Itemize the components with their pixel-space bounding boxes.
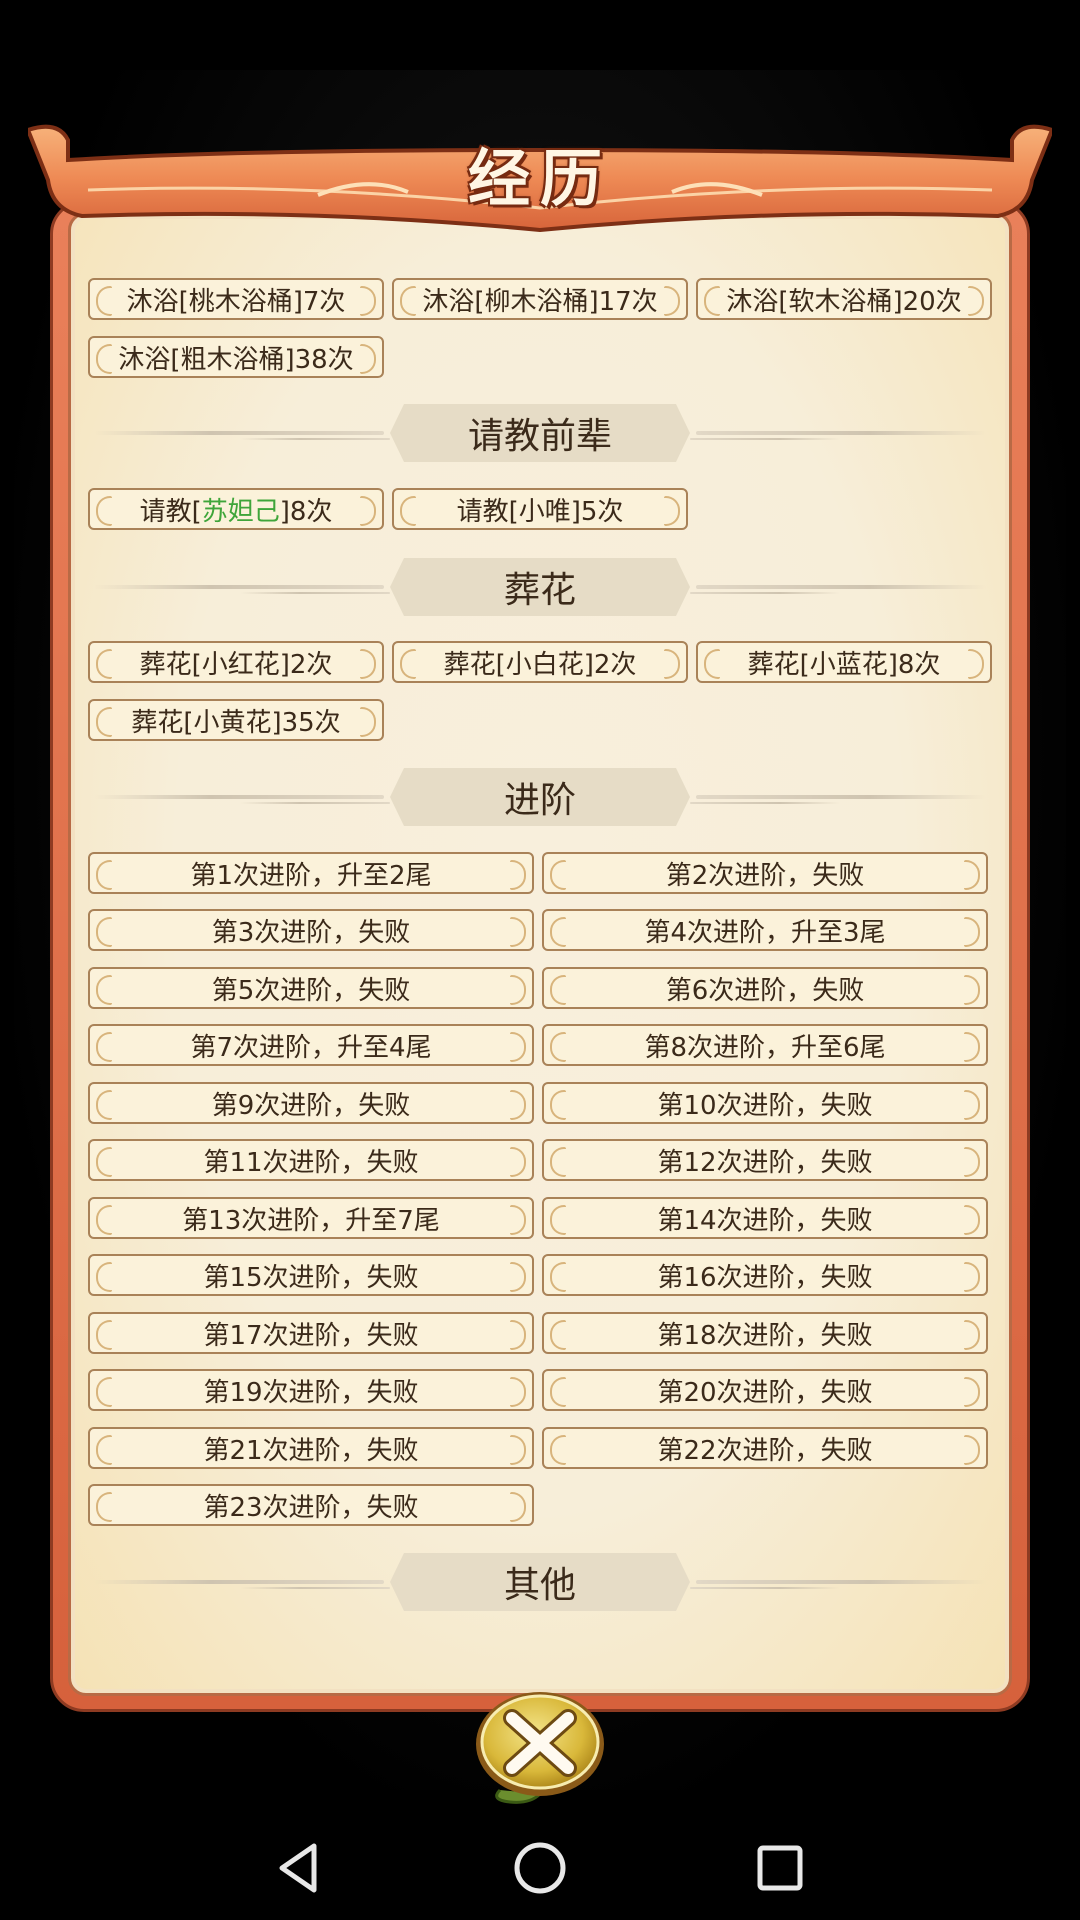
bath-item: 沐浴[软木浴桶]20次: [696, 278, 992, 320]
advance-item: 第4次进阶，升至3尾: [542, 909, 988, 951]
consult-prefix: 请教[: [139, 496, 202, 527]
advance-item: 第22次进阶，失败: [542, 1427, 988, 1469]
advance-item: 第8次进阶，升至6尾: [542, 1024, 988, 1066]
advance-item: 第10次进阶，失败: [542, 1082, 988, 1124]
section-header-consult: 请教前辈: [90, 404, 990, 462]
back-triangle-icon: [279, 1843, 317, 1893]
section-title: 其他: [390, 1553, 690, 1611]
advance-item: 第20次进阶，失败: [542, 1369, 988, 1411]
advance-item: 第13次进阶，升至7尾: [88, 1197, 534, 1239]
advance-item: 第14次进阶，失败: [542, 1197, 988, 1239]
back-button[interactable]: [270, 1838, 330, 1898]
system-navigation-bar: [0, 1810, 1080, 1920]
flower-item: 葬花[小白花]2次: [392, 641, 688, 683]
section-title: 请教前辈: [390, 404, 690, 462]
recents-square-icon: [757, 1845, 803, 1891]
advance-item: 第16次进阶，失败: [542, 1254, 988, 1296]
advance-item: 第7次进阶，升至4尾: [88, 1024, 534, 1066]
advance-item: 第11次进阶，失败: [88, 1139, 534, 1181]
advance-item: 第2次进阶，失败: [542, 852, 988, 894]
section-header-other: 其他: [90, 1553, 990, 1611]
advance-item: 第15次进阶，失败: [88, 1254, 534, 1296]
advance-item: 第3次进阶，失败: [88, 909, 534, 951]
flower-item: 葬花[小黄花]35次: [88, 699, 384, 741]
close-x-icon: [476, 1692, 604, 1804]
home-circle-icon: [514, 1842, 566, 1894]
page-title: 经历: [467, 142, 612, 215]
bath-item: 沐浴[柳木浴桶]17次: [392, 278, 688, 320]
flower-item: 葬花[小蓝花]8次: [696, 641, 992, 683]
home-button[interactable]: [510, 1838, 570, 1898]
advance-item: 第23次进阶，失败: [88, 1484, 534, 1526]
advance-item: 第12次进阶，失败: [542, 1139, 988, 1181]
advance-item: 第21次进阶，失败: [88, 1427, 534, 1469]
close-button[interactable]: [470, 1688, 610, 1808]
section-header-advance: 进阶: [90, 768, 990, 826]
advance-item: 第18次进阶，失败: [542, 1312, 988, 1354]
section-header-flowers: 葬花: [90, 558, 990, 616]
recents-button[interactable]: [750, 1838, 810, 1898]
consult-highlight-name: 苏妲己: [201, 496, 280, 527]
advance-item: 第6次进阶，失败: [542, 967, 988, 1009]
consult-item: 请教[小唯]5次: [392, 488, 688, 530]
advance-item: 第19次进阶，失败: [88, 1369, 534, 1411]
advance-item: 第1次进阶，升至2尾: [88, 852, 534, 894]
section-title: 葬花: [390, 558, 690, 616]
bath-item: 沐浴[桃木浴桶]7次: [88, 278, 384, 320]
advance-item: 第5次进阶，失败: [88, 967, 534, 1009]
section-title: 进阶: [390, 768, 690, 826]
bath-item: 沐浴[粗木浴桶]38次: [88, 336, 384, 378]
advance-item: 第9次进阶，失败: [88, 1082, 534, 1124]
consult-item: 请教[苏妲己]8次: [88, 488, 384, 530]
advance-item: 第17次进阶，失败: [88, 1312, 534, 1354]
consult-suffix: ]8次: [279, 496, 333, 527]
flower-item: 葬花[小红花]2次: [88, 641, 384, 683]
